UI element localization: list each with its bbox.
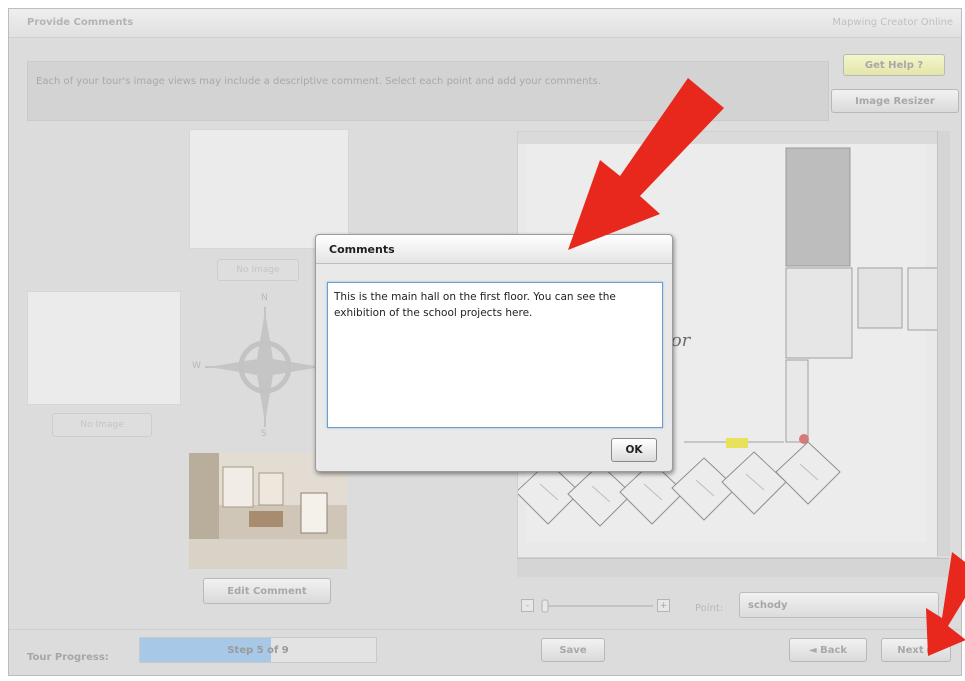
annotation-arrow-icon: [568, 78, 724, 250]
annotation-arrow-icon: [926, 552, 965, 656]
annotation-arrows: [568, 78, 965, 656]
